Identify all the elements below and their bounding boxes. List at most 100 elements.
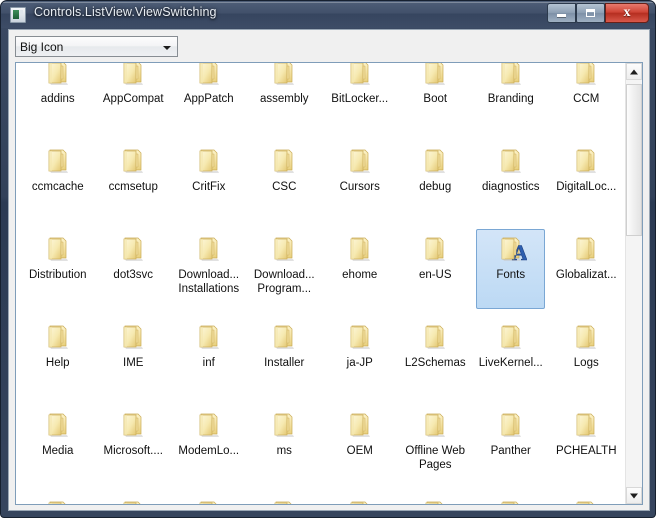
listview-item[interactable]: debug — [398, 139, 474, 227]
listview-item[interactable] — [247, 491, 323, 504]
listview-item-label: Fonts — [496, 269, 526, 281]
listview-item[interactable]: ehome — [322, 227, 398, 315]
listview-item[interactable]: inf — [171, 315, 247, 403]
listview-item-label: ModemLo... — [178, 445, 240, 457]
folder-icon — [419, 409, 451, 441]
listview-item[interactable]: CCM — [549, 63, 625, 139]
listview-item[interactable]: IME — [96, 315, 172, 403]
listview-item-label: L2Schemas — [404, 357, 466, 369]
listview-item-label: CCM — [573, 93, 600, 105]
listview-item[interactable]: addins — [20, 63, 96, 139]
view-mode-combobox[interactable]: Big Icon — [15, 36, 178, 57]
folder-listview[interactable]: addins AppCompat AppPatch assembly BitLo… — [15, 62, 643, 505]
scroll-up-button[interactable] — [626, 63, 642, 80]
scrollbar-thumb[interactable] — [626, 84, 642, 236]
listview-item[interactable] — [96, 491, 172, 504]
listview-item[interactable]: Logs — [549, 315, 625, 403]
listview-item[interactable]: Panther — [473, 403, 549, 491]
folder-icon — [42, 321, 74, 353]
folder-icon — [495, 409, 527, 441]
listview-item[interactable]: ModemLo... — [171, 403, 247, 491]
listview-item-label: ms — [276, 445, 292, 457]
listview-item[interactable]: OEM — [322, 403, 398, 491]
folder-icon — [42, 63, 74, 89]
vertical-scrollbar[interactable] — [625, 63, 642, 504]
listview-item-label: DigitalLoc... — [556, 181, 617, 193]
listview-item[interactable]: Cursors — [322, 139, 398, 227]
title-bar[interactable]: Controls.ListView.ViewSwitching x — [1, 1, 655, 28]
listview-item[interactable]: Offline Web Pages — [398, 403, 474, 491]
listview-item[interactable]: Boot — [398, 63, 474, 139]
listview-item[interactable]: ccmcache — [20, 139, 96, 227]
listview-item[interactable]: Microsoft.... — [96, 403, 172, 491]
listview-item[interactable]: ccmsetup — [96, 139, 172, 227]
listview-item[interactable] — [549, 491, 625, 504]
folder-icon — [268, 409, 300, 441]
listview-item[interactable]: Branding — [473, 63, 549, 139]
folder-icon — [268, 145, 300, 177]
listview-item[interactable]: assembly — [247, 63, 323, 139]
listview-item-label: Microsoft.... — [103, 445, 163, 457]
folder-icon — [117, 233, 149, 265]
close-button[interactable]: x — [605, 3, 649, 23]
listview-item[interactable]: LiveKernel... — [473, 315, 549, 403]
listview-item[interactable]: BitLocker... — [322, 63, 398, 139]
folder-icon — [495, 145, 527, 177]
folder-icon — [344, 145, 376, 177]
listview-item-label: assembly — [259, 93, 309, 105]
folder-icon — [42, 497, 74, 504]
listview-content: addins AppCompat AppPatch assembly BitLo… — [16, 63, 627, 504]
application-window: Controls.ListView.ViewSwitching x Big Ic… — [0, 0, 656, 518]
client-area: Big Icon addins AppCompat AppPatch assem… — [8, 29, 650, 511]
listview-item[interactable]: Download... Program... — [247, 227, 323, 315]
scrollbar-track[interactable] — [626, 80, 642, 487]
listview-item[interactable] — [473, 491, 549, 504]
listview-item[interactable]: AppPatch — [171, 63, 247, 139]
listview-item[interactable]: AppCompat — [96, 63, 172, 139]
listview-item[interactable]: ja-JP — [322, 315, 398, 403]
scroll-down-button[interactable] — [626, 487, 642, 504]
folder-icon — [495, 63, 527, 89]
listview-item[interactable]: Distribution — [20, 227, 96, 315]
listview-item-selected[interactable]: A Fonts — [473, 227, 549, 315]
folder-icon — [117, 63, 149, 89]
listview-item[interactable]: PCHEALTH — [549, 403, 625, 491]
folder-icon — [495, 321, 527, 353]
listview-item[interactable]: CSC — [247, 139, 323, 227]
chevron-down-icon[interactable] — [163, 46, 171, 50]
listview-item-label: IME — [123, 357, 144, 369]
listview-item[interactable]: Help — [20, 315, 96, 403]
listview-item[interactable]: DigitalLoc... — [549, 139, 625, 227]
maximize-button[interactable] — [576, 3, 605, 23]
listview-item-label: inf — [202, 357, 215, 369]
folder-icon — [268, 233, 300, 265]
listview-item-label: Logs — [573, 357, 599, 369]
listview-item[interactable] — [20, 491, 96, 504]
minimize-button[interactable] — [547, 3, 576, 23]
minimize-icon — [548, 4, 575, 22]
listview-item[interactable] — [171, 491, 247, 504]
listview-item-label: AppPatch — [183, 93, 234, 105]
listview-item[interactable]: Globalizat... — [549, 227, 625, 315]
listview-item[interactable]: ms — [247, 403, 323, 491]
listview-item-label: AppCompat — [102, 93, 164, 105]
listview-item-label: CritFix — [192, 181, 226, 193]
listview-item-label: Globalizat... — [555, 269, 617, 281]
listview-item-label: dot3svc — [113, 269, 154, 281]
window-title: Controls.ListView.ViewSwitching — [34, 5, 217, 19]
listview-item[interactable]: Installer — [247, 315, 323, 403]
listview-item[interactable]: Download... Installations — [171, 227, 247, 315]
folder-icon — [193, 233, 225, 265]
listview-item[interactable] — [322, 491, 398, 504]
listview-item[interactable]: dot3svc — [96, 227, 172, 315]
listview-item[interactable]: CritFix — [171, 139, 247, 227]
folder-icon — [117, 321, 149, 353]
maximize-icon — [577, 4, 604, 22]
listview-item-label: Download... Installations — [178, 269, 240, 295]
listview-item[interactable]: Media — [20, 403, 96, 491]
listview-item[interactable]: en-US — [398, 227, 474, 315]
listview-item[interactable] — [398, 491, 474, 504]
listview-item[interactable]: L2Schemas — [398, 315, 474, 403]
listview-item[interactable]: diagnostics — [473, 139, 549, 227]
folder-icon — [419, 233, 451, 265]
